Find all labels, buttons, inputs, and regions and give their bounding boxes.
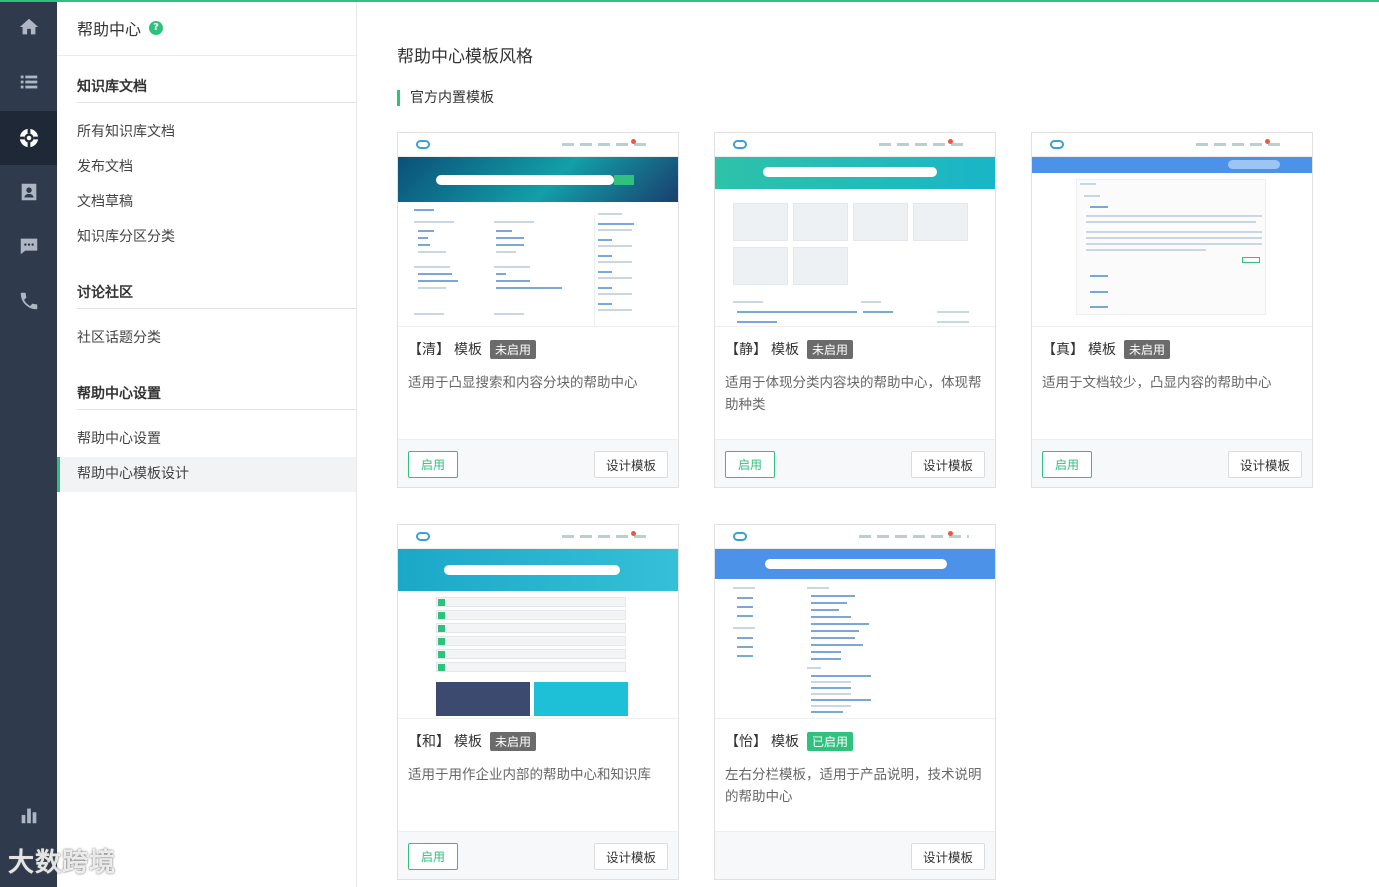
page-title: 帮助中心模板风格 (397, 47, 533, 67)
template-description: 适用于文档较少，凸显内容的帮助中心 (1042, 375, 1272, 391)
card-actions: 启用 设计模板 (398, 439, 678, 487)
template-description: 左右分栏模板，适用于产品说明，技术说明的帮助中心 (725, 767, 982, 805)
home-icon[interactable] (0, 0, 57, 54)
lifebuoy-icon[interactable] (0, 111, 57, 165)
template-preview (715, 525, 995, 719)
template-preview (715, 133, 995, 327)
design-template-button[interactable]: 设计模板 (1228, 451, 1302, 478)
template-card-yi: 【怡】 模板 已启用 左右分栏模板，适用于产品说明，技术说明的帮助中心 设计模板 (714, 524, 996, 880)
enable-button[interactable]: 启用 (408, 843, 458, 870)
bar-chart-icon[interactable] (0, 788, 57, 842)
template-name-row: 【清】 模板 未启用 (408, 339, 668, 359)
template-name: 【静】 (725, 342, 767, 358)
status-badge: 未启用 (490, 339, 537, 359)
sidebar: 帮助中心 ? 知识库文档 所有知识库文档 发布文档 文档草稿 知识库分区分类 讨… (57, 0, 357, 887)
chat-icon[interactable] (0, 219, 57, 273)
template-name: 【和】 (408, 734, 450, 750)
design-template-button[interactable]: 设计模板 (594, 451, 668, 478)
icon-rail (0, 0, 57, 887)
template-description: 适用于体现分类内容块的帮助中心，体现帮助种类 (725, 375, 982, 413)
template-label: 模板 (454, 734, 482, 750)
design-template-button[interactable]: 设计模板 (594, 843, 668, 870)
sidebar-item-template-design[interactable]: 帮助中心模板设计 (57, 457, 356, 492)
sidebar-title: 帮助中心 (77, 19, 142, 39)
main-content: 帮助中心模板风格 官方内置模板 【清】 模板 未启用 适用于凸显搜索和内容分块的… (358, 0, 1379, 887)
template-preview (398, 133, 678, 327)
help-question-icon[interactable]: ? (149, 20, 164, 35)
sidebar-item-topic-categories[interactable]: 社区话题分类 (57, 321, 356, 356)
sidebar-item-helpcenter-settings[interactable]: 帮助中心设置 (57, 422, 356, 457)
template-description: 适用于凸显搜索和内容分块的帮助中心 (408, 375, 638, 391)
sidebar-item-drafts[interactable]: 文档草稿 (57, 185, 356, 220)
card-actions: 设计模板 (715, 831, 995, 879)
template-label: 模板 (1088, 342, 1116, 358)
template-name: 【清】 (408, 342, 450, 358)
card-actions: 启用 设计模板 (1032, 439, 1312, 487)
enable-button[interactable]: 启用 (725, 451, 775, 478)
section-title-community: 讨论社区 (77, 282, 357, 309)
list-icon[interactable] (0, 55, 57, 109)
design-template-button[interactable]: 设计模板 (911, 843, 985, 870)
enable-button[interactable]: 启用 (408, 451, 458, 478)
template-card-jing: 【静】 模板 未启用 适用于体现分类内容块的帮助中心，体现帮助种类 启用 设计模… (714, 132, 996, 488)
status-badge: 未启用 (490, 731, 537, 751)
template-preview (1032, 133, 1312, 327)
sidebar-item-all-docs[interactable]: 所有知识库文档 (57, 115, 356, 150)
sidebar-item-categories[interactable]: 知识库分区分类 (57, 220, 356, 255)
card-actions: 启用 设计模板 (715, 439, 995, 487)
section-heading: 官方内置模板 (397, 90, 494, 106)
card-actions: 启用 设计模板 (398, 831, 678, 879)
template-label: 模板 (771, 734, 799, 750)
template-name-row: 【静】 模板 未启用 (725, 339, 985, 359)
status-badge: 未启用 (1124, 339, 1171, 359)
status-badge-enabled: 已启用 (807, 731, 854, 751)
template-card-qing: 【清】 模板 未启用 适用于凸显搜索和内容分块的帮助中心 启用 设计模板 (397, 132, 679, 488)
sidebar-header: 帮助中心 ? (57, 0, 356, 56)
template-name-row: 【怡】 模板 已启用 (725, 731, 985, 751)
template-label: 模板 (771, 342, 799, 358)
section-title-knowledge: 知识库文档 (77, 76, 357, 103)
template-label: 模板 (454, 342, 482, 358)
phone-icon[interactable] (0, 274, 57, 328)
template-name-row: 【和】 模板 未启用 (408, 731, 668, 751)
design-template-button[interactable]: 设计模板 (911, 451, 985, 478)
watermark-logo: 大数跨境 (8, 848, 117, 878)
template-preview (398, 525, 678, 719)
status-badge: 未启用 (807, 339, 854, 359)
top-accent-line (0, 0, 1379, 2)
template-card-he: 【和】 模板 未启用 适用于用作企业内部的帮助中心和知识库 启用 设计模板 (397, 524, 679, 880)
template-name: 【怡】 (725, 734, 767, 750)
template-name-row: 【真】 模板 未启用 (1042, 339, 1302, 359)
enable-button[interactable]: 启用 (1042, 451, 1092, 478)
contact-card-icon[interactable] (0, 165, 57, 219)
sidebar-item-publish-doc[interactable]: 发布文档 (57, 150, 356, 185)
template-name: 【真】 (1042, 342, 1084, 358)
section-title-settings: 帮助中心设置 (77, 383, 357, 410)
template-card-zhen: 【真】 模板 未启用 适用于文档较少，凸显内容的帮助中心 启用 设计模板 (1031, 132, 1313, 488)
template-description: 适用于用作企业内部的帮助中心和知识库 (408, 767, 651, 783)
